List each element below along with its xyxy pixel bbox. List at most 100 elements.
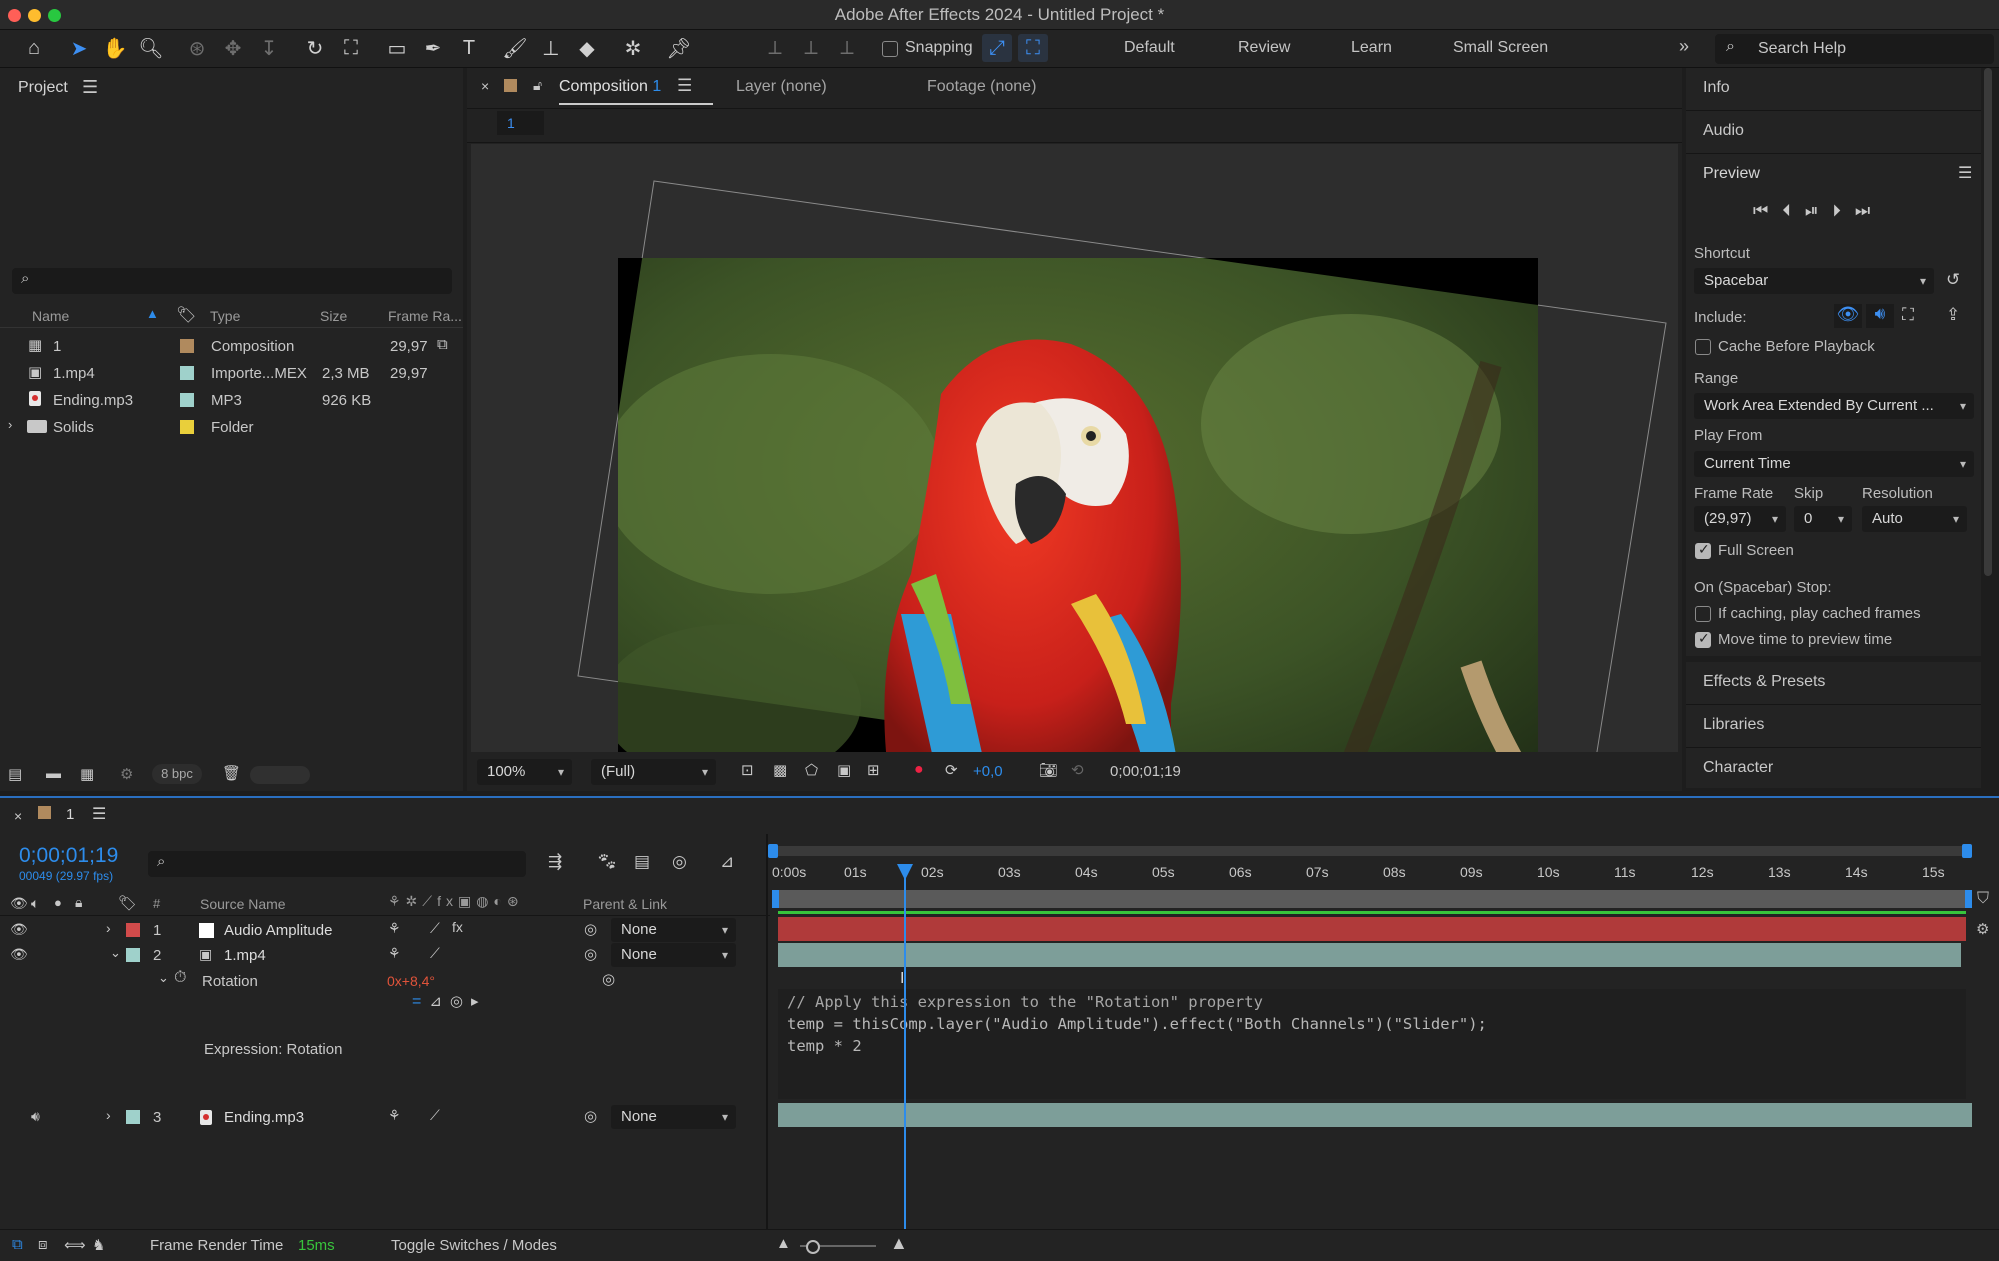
snap-features-icon[interactable]: ⛶ bbox=[1018, 34, 1048, 62]
layer-row-1[interactable]: 👁︎ › 1 Audio Amplitude ⚘ ⟋ fx ◎ None ▾ bbox=[0, 918, 770, 943]
playhead-handle[interactable] bbox=[897, 864, 913, 880]
pan-behind-tool-icon[interactable]: ⛶ bbox=[336, 34, 366, 62]
effects-presets-panel-header[interactable]: Effects & Presets bbox=[1686, 662, 1981, 705]
thumbnail-size-slider[interactable] bbox=[250, 766, 310, 784]
mask-visibility-icon[interactable]: ⬠ bbox=[805, 761, 818, 779]
col-name[interactable]: Name bbox=[32, 308, 69, 324]
property-pickwhip-icon[interactable]: ◎ bbox=[602, 970, 615, 988]
more-workspaces-icon[interactable]: » bbox=[1679, 36, 1689, 57]
if-caching-checkbox[interactable] bbox=[1695, 606, 1711, 622]
character-panel-header[interactable]: Character bbox=[1686, 748, 1981, 788]
layer-name[interactable]: 1.mp4 bbox=[224, 947, 266, 964]
cache-before-playback-checkbox[interactable] bbox=[1695, 339, 1711, 355]
include-video-eye-icon[interactable]: 👁︎ bbox=[1834, 304, 1862, 328]
puppet-pin-tool-icon[interactable]: 📌︎ bbox=[664, 34, 694, 62]
color-channels-icon[interactable]: ● bbox=[914, 761, 924, 779]
eraser-tool-icon[interactable]: ◆ bbox=[572, 34, 602, 62]
libraries-panel-header[interactable]: Libraries bbox=[1686, 705, 1981, 748]
col-frame-rate[interactable]: Frame Ra... bbox=[388, 308, 462, 324]
expand-chevron-icon[interactable]: › bbox=[8, 417, 12, 432]
rotation-value[interactable]: 0x+8,4° bbox=[387, 973, 435, 989]
layer-label-swatch[interactable] bbox=[126, 923, 140, 937]
timeline-search-input[interactable]: ⌕ bbox=[148, 851, 526, 877]
graph-editor-icon[interactable]: ⊿ bbox=[720, 852, 734, 872]
label-tag-icon[interactable]: 🏷︎ bbox=[176, 305, 196, 325]
label-color-swatch[interactable] bbox=[180, 420, 194, 434]
shy-layers-icon[interactable]: 🐾︎ bbox=[596, 852, 618, 872]
zoom-tool-icon[interactable]: 🔍︎ bbox=[136, 34, 166, 62]
timeline-zoom-thumb[interactable] bbox=[806, 1240, 820, 1254]
sort-ascending-icon[interactable]: ▲ bbox=[146, 306, 159, 321]
work-area-end-handle[interactable] bbox=[1965, 890, 1972, 908]
tab-composition[interactable]: Composition 1 bbox=[559, 78, 661, 96]
interpret-footage-icon[interactable]: ▤ bbox=[8, 765, 22, 783]
previous-frame-icon[interactable]: ⏴ bbox=[1782, 201, 1805, 220]
label-color-swatch[interactable] bbox=[180, 393, 194, 407]
expression-pickwhip-icon[interactable]: ◎ bbox=[450, 993, 471, 1010]
shy-switch-icon[interactable]: ⚘ bbox=[388, 920, 401, 937]
project-panel-title[interactable]: Project bbox=[18, 79, 68, 97]
pickwhip-icon[interactable]: ◎ bbox=[584, 945, 597, 963]
bit-depth-button[interactable]: 8 bpc bbox=[152, 764, 202, 784]
new-composition-icon[interactable]: ▦ bbox=[80, 765, 94, 783]
close-tab-icon[interactable]: × bbox=[481, 78, 489, 94]
project-item-mp4[interactable]: ▣ 1.mp4 Importe...MEX 2,3 MB 29,97 bbox=[0, 360, 463, 386]
audio-speaker-icon[interactable]: 🔊︎ bbox=[31, 1108, 40, 1125]
video-switch-eye-icon[interactable]: 👁︎ bbox=[10, 895, 28, 912]
next-frame-icon[interactable]: ⏵ bbox=[1832, 201, 1855, 220]
lock-icon[interactable]: 🔓︎ bbox=[533, 77, 542, 94]
show-snapshot-icon[interactable]: ⟲ bbox=[1071, 761, 1084, 779]
comp-button-icon[interactable]: ⚙ bbox=[1976, 920, 1989, 938]
exposure-value[interactable]: +0,0 bbox=[973, 763, 1003, 780]
include-overlays-icon[interactable]: ⛶ bbox=[1902, 305, 1914, 325]
pickwhip-icon[interactable]: ◎ bbox=[584, 920, 597, 938]
layer-name[interactable]: Audio Amplitude bbox=[224, 922, 332, 939]
new-folder-icon[interactable]: ▬ bbox=[46, 765, 61, 782]
layer-label-swatch[interactable] bbox=[126, 948, 140, 962]
audio-switch-icon[interactable]: 🔈︎ bbox=[31, 895, 39, 912]
workspace-learn[interactable]: Learn bbox=[1351, 39, 1392, 57]
render-time-icon[interactable]: ♞ bbox=[92, 1236, 105, 1254]
collapse-property-chevron-icon[interactable]: ⌄ bbox=[158, 970, 169, 986]
current-time-display[interactable]: 0;00;01;19 bbox=[19, 844, 118, 868]
visibility-eye-icon[interactable]: 👁︎ bbox=[10, 921, 28, 938]
project-search-input[interactable]: ⌕ bbox=[12, 268, 452, 294]
info-panel-header[interactable]: Info bbox=[1686, 68, 1981, 111]
layer-row-2[interactable]: 👁︎ ⌄ 2 ▣ 1.mp4 ⚘ ⟋ ◎ None ▾ bbox=[0, 943, 770, 968]
zoom-in-mountain-icon[interactable]: ▲ bbox=[890, 1233, 908, 1254]
frame-blending-icon[interactable]: ▤ bbox=[634, 852, 650, 872]
quality-switch-icon[interactable]: ⟋ bbox=[430, 1107, 440, 1124]
layer-bar-mp4[interactable] bbox=[778, 943, 1961, 967]
snapping-checkbox[interactable] bbox=[882, 41, 898, 57]
solo-dot-icon[interactable]: ● bbox=[54, 895, 62, 910]
workspace-review[interactable]: Review bbox=[1238, 39, 1290, 57]
comp-breadcrumb[interactable]: 1 bbox=[497, 111, 544, 135]
shortcut-dropdown[interactable]: Spacebar ▾ bbox=[1694, 268, 1934, 294]
pickwhip-icon[interactable]: ◎ bbox=[584, 1107, 597, 1125]
shy-switch-icon[interactable]: ⚘ bbox=[388, 1107, 401, 1124]
clone-stamp-tool-icon[interactable]: ⊥ bbox=[536, 34, 566, 62]
time-ruler[interactable]: 0:00s 01s 02s 03s 04s 05s 06s 07s 08s 09… bbox=[772, 860, 1972, 888]
timeline-menu-icon[interactable]: ☰ bbox=[92, 804, 106, 824]
parent-dropdown[interactable]: None ▾ bbox=[611, 943, 736, 967]
dolly-camera-icon[interactable]: ↧ bbox=[254, 34, 284, 62]
rotation-tool-icon[interactable]: ↻ bbox=[300, 34, 330, 62]
shy-switch-icon[interactable]: ⚘ bbox=[388, 945, 401, 962]
comp-viewer[interactable] bbox=[471, 144, 1678, 752]
full-screen-checkbox[interactable] bbox=[1695, 541, 1711, 559]
project-menu-icon[interactable]: ☰ bbox=[82, 77, 98, 98]
play-from-dropdown[interactable]: Current Time ▾ bbox=[1694, 451, 1974, 477]
close-timeline-tab-icon[interactable]: × bbox=[14, 808, 22, 824]
navigator-start-handle[interactable] bbox=[768, 844, 778, 858]
audio-panel-header[interactable]: Audio bbox=[1686, 111, 1981, 154]
col-size[interactable]: Size bbox=[320, 308, 347, 324]
label-color-swatch[interactable] bbox=[180, 339, 194, 353]
orbit-camera-icon[interactable]: ⊛ bbox=[182, 34, 212, 62]
expand-layer-chevron-icon[interactable]: › bbox=[106, 920, 111, 936]
rectangle-tool-icon[interactable]: ▭ bbox=[382, 34, 412, 62]
external-video-icon[interactable]: ⇪ bbox=[1946, 305, 1960, 325]
rotation-property-row[interactable]: ⌄ ⏱︎ Rotation 0x+8,4° ◎ bbox=[0, 968, 770, 993]
timeline-tab[interactable]: 1 bbox=[66, 806, 74, 823]
switches-column-icons[interactable]: ⚘✲⟋fx▣◍◐⊛ bbox=[388, 893, 524, 910]
expression-graph-icon[interactable]: ⊿ bbox=[429, 993, 450, 1010]
